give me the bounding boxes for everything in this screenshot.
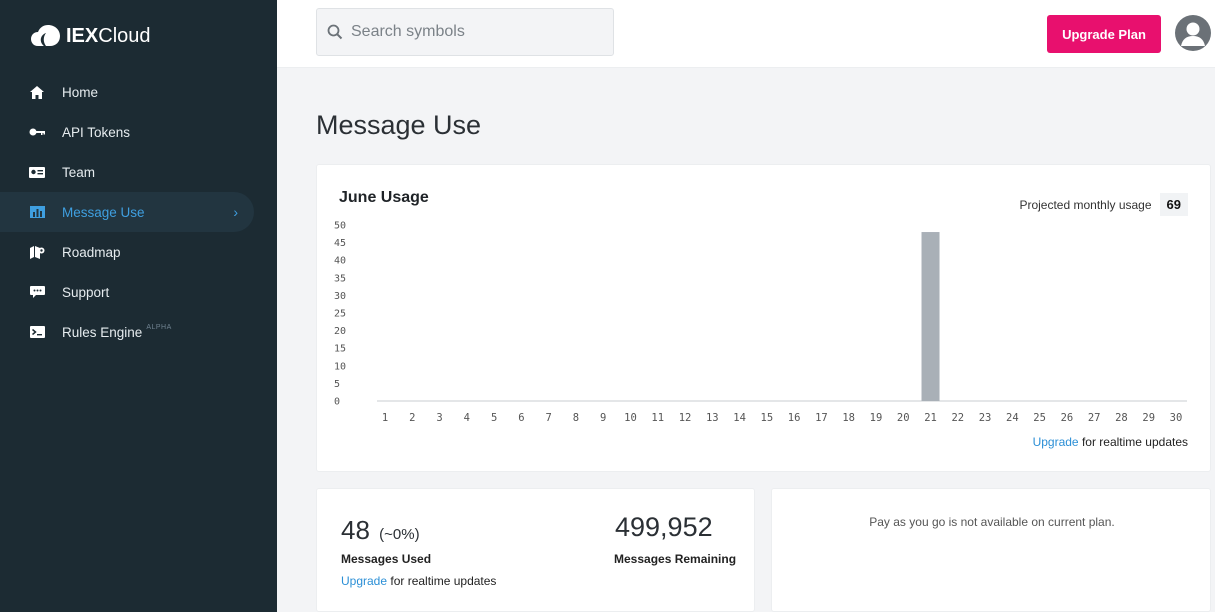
x-tick-label: 30: [1170, 412, 1183, 424]
x-tick-label: 2: [409, 412, 415, 424]
usage-chart-card: June Usage Projected monthly usage 69 05…: [316, 164, 1211, 472]
x-tick-label: 19: [870, 412, 883, 424]
chart-footer: Upgrade for realtime updates: [1033, 435, 1188, 449]
sidebar: IEXCloud Home API Tokens Team Message Us…: [0, 0, 277, 612]
x-tick-label: 27: [1088, 412, 1101, 424]
sidebar-item-rules-engine[interactable]: Rules Engine ALPHA: [0, 312, 277, 352]
messages-stats-card: 48 (~0%) Messages Used Upgrade for realt…: [316, 488, 755, 612]
x-tick-label: 10: [624, 412, 637, 424]
x-tick-label: 14: [733, 412, 746, 424]
alpha-badge: ALPHA: [146, 323, 172, 331]
id-card-icon: [28, 165, 46, 179]
x-tick-label: 5: [491, 412, 497, 424]
y-tick-label: 20: [334, 326, 346, 337]
x-tick-label: 4: [464, 412, 470, 424]
usage-bar-chart: 051015202530354045501 2 3 4 5 6 7 8 9 10 11 12 13 14 1…: [334, 221, 1187, 424]
x-tick-label: 22: [951, 412, 964, 424]
stats-footer: Upgrade for realtime updates: [341, 574, 496, 588]
sidebar-item-api-tokens[interactable]: API Tokens: [0, 112, 277, 152]
x-tick-label: 7: [545, 412, 551, 424]
top-bar: Upgrade Plan: [277, 0, 1215, 68]
chart-bar: [921, 232, 940, 401]
stats-footer-text: for realtime updates: [387, 574, 497, 588]
y-tick-label: 45: [334, 238, 346, 249]
x-tick-label: 13: [706, 412, 719, 424]
x-tick-label: 3: [436, 412, 442, 424]
sidebar-item-label: Support: [62, 284, 110, 300]
x-tick-label: 8: [573, 412, 579, 424]
messages-used-percent: (~0%): [379, 526, 420, 543]
map-icon: [28, 245, 46, 259]
bar-chart-icon: [28, 205, 46, 219]
sidebar-item-roadmap[interactable]: Roadmap: [0, 232, 277, 272]
brand-name-bold: IEX: [66, 24, 99, 47]
chart-footer-text: for realtime updates: [1078, 435, 1188, 449]
x-tick-label: 21: [924, 412, 937, 424]
messages-used-number: 48: [341, 515, 370, 545]
messages-remaining-value: 499,952: [615, 512, 713, 542]
brand-name-rest: Cloud: [98, 24, 151, 47]
sidebar-item-team[interactable]: Team: [0, 152, 277, 192]
sidebar-item-support[interactable]: Support: [0, 272, 277, 312]
x-tick-label: 25: [1033, 412, 1046, 424]
x-tick-label: 28: [1115, 412, 1128, 424]
x-tick-label: 16: [788, 412, 801, 424]
terminal-icon: [28, 325, 46, 339]
x-tick-label: 1: [382, 412, 388, 424]
x-tick-label: 11: [651, 412, 664, 424]
y-tick-label: 15: [334, 344, 346, 355]
x-tick-label: 29: [1142, 412, 1155, 424]
y-tick-label: 50: [334, 221, 346, 232]
upgrade-link[interactable]: Upgrade: [1033, 435, 1079, 449]
sidebar-item-label: Home: [62, 84, 99, 100]
y-tick-label: 10: [334, 361, 346, 372]
upgrade-plan-button[interactable]: Upgrade Plan: [1047, 15, 1161, 53]
x-tick-label: 26: [1061, 412, 1074, 424]
avatar[interactable]: [1175, 15, 1211, 51]
sidebar-item-label: API Tokens: [62, 124, 131, 140]
brand-name: IEXCloud: [66, 25, 151, 48]
messages-used-label: Messages Used: [341, 552, 432, 566]
iex-cloud-logo[interactable]: IEXCloud: [30, 22, 151, 50]
cloud-logo-icon: [31, 25, 60, 46]
sidebar-item-label: Roadmap: [62, 244, 121, 260]
user-avatar-icon: [1181, 22, 1205, 46]
sidebar-item-label: Team: [62, 164, 96, 180]
messages-used-value: 48 (~0%): [341, 515, 420, 546]
x-tick-label: 15: [761, 412, 774, 424]
upgrade-link[interactable]: Upgrade: [341, 574, 387, 588]
x-tick-label: 24: [1006, 412, 1019, 424]
x-tick-label: 6: [518, 412, 524, 424]
sidebar-item-home[interactable]: Home: [0, 72, 277, 112]
sidebar-item-label: Message Use: [62, 204, 145, 220]
chat-icon: [28, 285, 46, 299]
search-input[interactable]: [351, 23, 601, 41]
search-box[interactable]: [316, 8, 614, 56]
search-icon: [327, 24, 343, 40]
chevron-right-icon: ›: [233, 204, 238, 220]
messages-remaining-label: Messages Remaining: [614, 552, 737, 566]
pay-as-you-go-card: Pay as you go is not available on curren…: [771, 488, 1211, 612]
sidebar-item-message-use[interactable]: Message Use ›: [0, 192, 254, 232]
y-tick-label: 40: [334, 256, 346, 267]
x-tick-label: 17: [815, 412, 828, 424]
sidebar-item-label: Rules Engine: [62, 324, 143, 340]
x-tick-label: 18: [842, 412, 855, 424]
sidebar-nav: Home API Tokens Team Message Use › Roadm…: [0, 72, 277, 352]
y-tick-label: 5: [334, 379, 340, 390]
y-tick-label: 35: [334, 273, 346, 284]
y-tick-label: 0: [334, 397, 340, 408]
key-icon: [28, 125, 46, 139]
x-tick-label: 9: [600, 412, 606, 424]
pay-as-you-go-message: Pay as you go is not available on curren…: [869, 515, 1115, 529]
home-icon: [28, 85, 46, 99]
y-tick-label: 30: [334, 291, 346, 302]
page-title: Message Use: [316, 110, 482, 140]
x-tick-label: 23: [979, 412, 992, 424]
x-tick-label: 20: [897, 412, 910, 424]
y-tick-label: 25: [334, 309, 346, 320]
x-tick-label: 12: [679, 412, 692, 424]
